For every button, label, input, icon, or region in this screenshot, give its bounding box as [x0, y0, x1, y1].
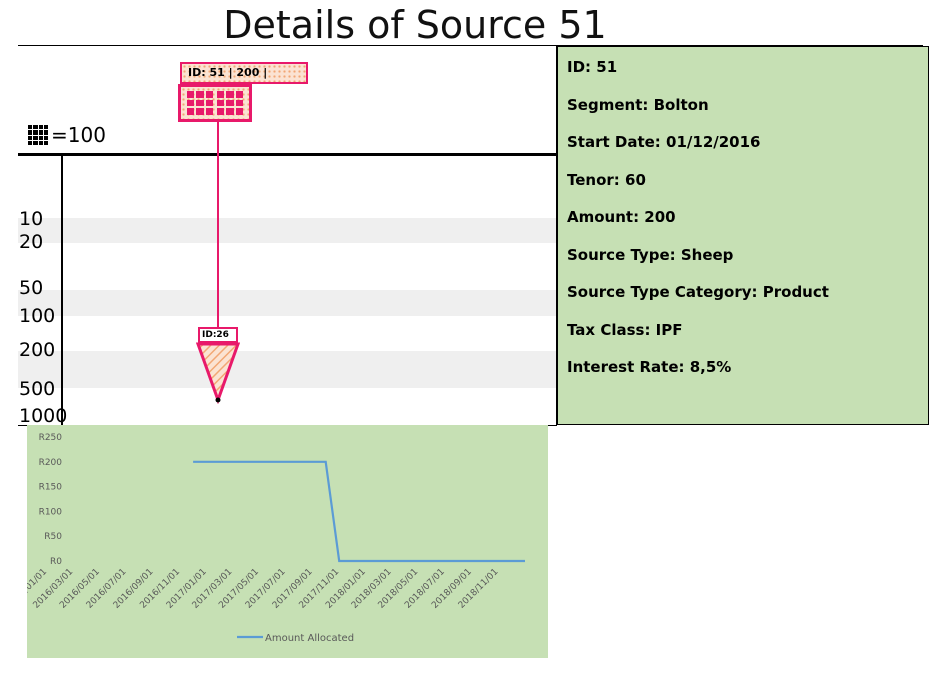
y-tick-label: R0	[50, 557, 62, 567]
detail-tax-class: Tax Class: IPF	[567, 320, 683, 339]
page-title: Details of Source 51	[223, 3, 607, 47]
scale-legend-label: =100	[51, 123, 106, 147]
baseline-rule	[18, 153, 556, 156]
connector-line	[217, 122, 219, 332]
unit-grid-icon	[187, 91, 213, 115]
detail-start-date: Start Date: 01/12/2016	[567, 133, 761, 151]
node-triangle-icon	[196, 342, 240, 404]
y-axis-label: 20	[19, 231, 44, 253]
legend-label: Amount Allocated	[265, 633, 354, 644]
detail-interest-rate: Interest Rate: 8,5%	[567, 358, 732, 376]
detail-source-type-category: Source Type Category: Product	[567, 283, 829, 301]
row-band	[18, 290, 556, 316]
source-tag: ID: 51 | 200 |	[180, 62, 308, 84]
detail-segment: Segment: Bolton	[567, 95, 709, 114]
detail-tenor: Tenor: 60	[567, 170, 646, 189]
row-band	[18, 218, 556, 243]
line-chart-svg: R250R200R150R100R50R02016/01/012016/03/0…	[27, 433, 525, 644]
y-axis-line	[61, 156, 63, 425]
row-band	[18, 351, 556, 388]
amount-grid-box	[178, 84, 252, 122]
detail-id: ID: 51	[567, 58, 618, 76]
y-tick-label: R200	[39, 458, 63, 468]
y-tick-label: R50	[44, 532, 62, 542]
y-axis-label: 200	[19, 339, 56, 361]
y-axis-label: 1000	[19, 405, 68, 426]
grid-icon	[28, 125, 48, 145]
y-tick-label: R100	[39, 507, 63, 517]
unit-grid-icon	[217, 91, 243, 115]
y-axis-label: 10	[19, 208, 44, 230]
scale-legend: =100	[28, 122, 106, 148]
series-line	[193, 460, 525, 563]
details-panel: ID: 51 Segment: Bolton Start Date: 01/12…	[557, 46, 929, 425]
source-graphic-panel: =100 10 20 50 100 200 500 1000 ID: 51 | …	[18, 46, 557, 426]
y-tick-label: R150	[39, 483, 63, 493]
node-label: ID:26	[198, 327, 238, 343]
y-axis-label: 500	[19, 378, 56, 400]
amount-allocated-chart: R250 R200 R150 R100 R50 R0 2016/01/01 2016/03/0…	[27, 425, 548, 658]
y-axis-label: 50	[19, 277, 44, 299]
detail-amount: Amount: 200	[567, 208, 676, 226]
detail-source-type: Source Type: Sheep	[567, 245, 734, 264]
y-tick-label: R250	[39, 433, 63, 443]
y-axis-label: 100	[19, 305, 56, 327]
